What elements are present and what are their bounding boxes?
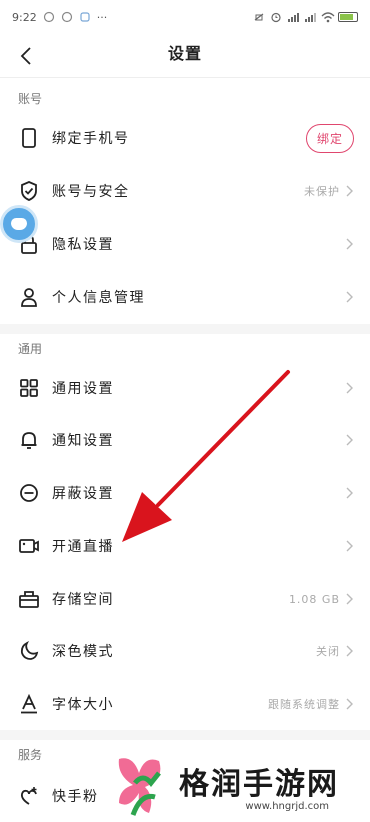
chevron-right-icon <box>346 698 353 710</box>
phone-icon <box>18 127 40 149</box>
shield-check-icon <box>18 180 40 202</box>
watermark-logo <box>115 753 171 817</box>
back-button[interactable] <box>12 42 40 70</box>
row-value: 未保护 <box>304 185 340 198</box>
row-label: 深色模式 <box>52 644 114 660</box>
chevron-right-icon <box>346 434 353 446</box>
chevron-right-icon <box>346 291 353 303</box>
section-divider <box>0 324 370 334</box>
row-general-settings[interactable]: 通用设置 <box>0 362 370 414</box>
notification-icon <box>79 11 91 23</box>
chevron-left-icon <box>20 47 31 65</box>
watermark-title: 格润手游网 <box>179 766 339 802</box>
section-header-general: 通用 <box>18 342 43 356</box>
chevron-right-icon <box>346 382 353 394</box>
more-notifications: ··· <box>96 10 108 24</box>
font-size-icon <box>18 693 40 715</box>
row-privacy[interactable]: 隐私设置 <box>0 218 370 270</box>
section-header-service: 服务 <box>18 748 43 762</box>
mute-icon <box>253 11 265 23</box>
section-divider <box>0 730 370 740</box>
row-account-security[interactable]: 账号与安全 未保护 <box>0 165 370 217</box>
user-icon <box>18 286 40 308</box>
watermark-url: www.hngrjd.com <box>245 800 329 812</box>
chevron-right-icon <box>346 487 353 499</box>
row-label: 通知设置 <box>52 433 114 449</box>
nav-bar: 设置 <box>0 34 370 78</box>
bell-icon <box>18 429 40 451</box>
status-bar: 9:22 ··· <box>0 0 370 34</box>
chevron-right-icon <box>346 540 353 552</box>
battery-icon <box>338 12 358 22</box>
row-personal-info[interactable]: 个人信息管理 <box>0 271 370 323</box>
watermark: 格润手游网 www.hngrjd.com <box>115 748 370 822</box>
grid-icon <box>18 377 40 399</box>
row-value: 跟随系统调整 <box>268 698 340 711</box>
row-label: 开通直播 <box>52 539 114 555</box>
row-bind-phone[interactable]: 绑定手机号 绑定 <box>0 112 370 164</box>
row-storage[interactable]: 存储空间 1.08 GB <box>0 573 370 625</box>
fans-icon <box>18 785 40 807</box>
page-title: 设置 <box>167 44 202 63</box>
row-block[interactable]: 屏蔽设置 <box>0 467 370 519</box>
row-font-size[interactable]: 字体大小 跟随系统调整 <box>0 678 370 730</box>
row-notification[interactable]: 通知设置 <box>0 414 370 466</box>
notification-icon <box>43 11 55 23</box>
row-value: 1.08 GB <box>288 592 340 606</box>
row-label: 个人信息管理 <box>52 290 145 306</box>
row-label: 存储空间 <box>52 592 114 608</box>
row-label: 账号与安全 <box>52 184 130 200</box>
row-value: 关闭 <box>316 645 340 658</box>
row-live[interactable]: 开通直播 <box>0 520 370 572</box>
block-icon <box>18 482 40 504</box>
signal-icon <box>287 11 299 23</box>
section-header-account: 账号 <box>18 92 43 106</box>
alarm-icon <box>270 11 282 23</box>
chevron-right-icon <box>346 593 353 605</box>
row-label: 屏蔽设置 <box>52 486 114 502</box>
row-label: 绑定手机号 <box>52 131 130 147</box>
signal-icon <box>304 11 316 23</box>
row-label: 快手粉 <box>52 789 99 805</box>
chevron-right-icon <box>346 645 353 657</box>
status-time: 9:22 <box>12 10 37 24</box>
wifi-icon <box>321 11 335 23</box>
row-label: 通用设置 <box>52 381 114 397</box>
notification-icon <box>61 11 73 23</box>
chevron-right-icon <box>346 238 353 250</box>
storage-icon <box>18 588 40 610</box>
chevron-right-icon <box>346 185 353 197</box>
row-label: 字体大小 <box>52 697 114 713</box>
moon-icon <box>18 640 40 662</box>
assistant-face-icon <box>11 218 27 230</box>
floating-assistant-button[interactable] <box>0 205 38 243</box>
video-camera-icon <box>18 535 40 557</box>
bind-button[interactable]: 绑定 <box>305 123 354 153</box>
row-label: 隐私设置 <box>52 237 114 253</box>
row-dark-mode[interactable]: 深色模式 关闭 <box>0 625 370 677</box>
